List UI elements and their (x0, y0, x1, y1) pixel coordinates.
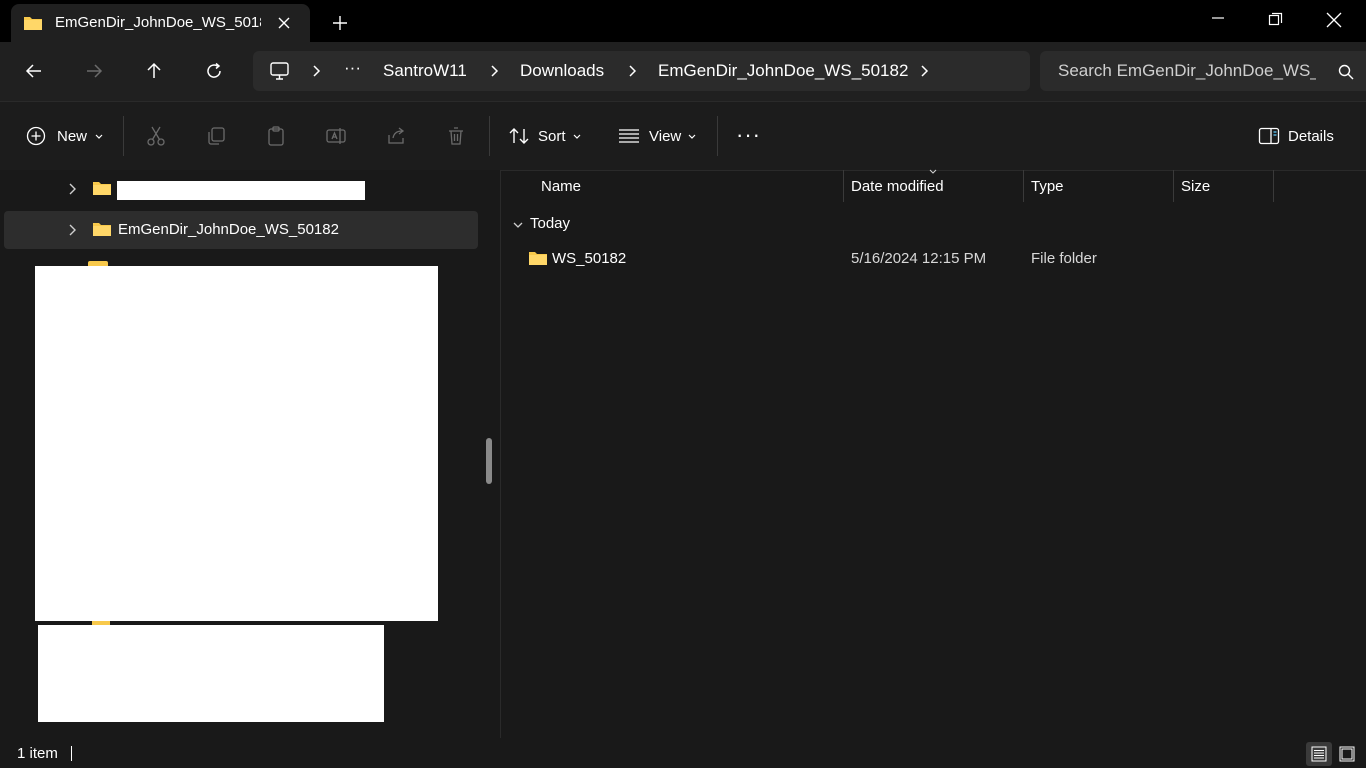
details-label: Details (1288, 128, 1334, 145)
tab-current[interactable]: EmGenDir_JohnDoe_WS_50182 (11, 4, 310, 42)
delete-icon[interactable] (445, 125, 467, 147)
sort-chevron-icon (928, 168, 938, 176)
paste-icon[interactable] (265, 125, 287, 147)
address-bar[interactable]: ··· SantroW11 Downloads EmGenDir_JohnDoe… (253, 51, 1030, 91)
restore-icon[interactable] (1265, 10, 1285, 30)
column-header-type[interactable]: Type (1031, 178, 1064, 195)
folder-icon (23, 15, 43, 31)
divider (123, 116, 124, 156)
column-divider[interactable] (1273, 170, 1274, 202)
divider (489, 116, 490, 156)
sort-label: Sort (538, 128, 566, 145)
divider (71, 746, 72, 761)
chevron-right-icon[interactable] (487, 64, 501, 78)
breadcrumb-overflow[interactable]: ··· (344, 58, 361, 78)
view-button[interactable]: View (610, 114, 706, 158)
divider (717, 116, 718, 156)
view-list-icon (618, 127, 640, 145)
sort-button[interactable]: Sort (500, 114, 592, 158)
details-button[interactable]: Details (1248, 114, 1348, 158)
tiles-view-icon (1339, 746, 1355, 762)
title-bar: EmGenDir_JohnDoe_WS_50182 (0, 0, 1366, 42)
status-bar: 1 item (0, 738, 1366, 768)
breadcrumb-item-santrow11[interactable]: SantroW11 (383, 61, 467, 81)
file-name: WS_50182 (552, 250, 627, 267)
table-row[interactable]: WS_50182 5/16/2024 12:15 PM File folder (502, 242, 1366, 274)
up-arrow-icon[interactable] (144, 61, 164, 81)
copy-icon[interactable] (205, 125, 227, 147)
breadcrumb-item-current[interactable]: EmGenDir_JohnDoe_WS_50182 (658, 61, 908, 81)
group-header-today[interactable]: Today (530, 215, 570, 232)
tree-item-emgendir[interactable]: EmGenDir_JohnDoe_WS_50182 (4, 211, 478, 249)
column-header-name[interactable]: Name (541, 178, 581, 195)
redaction-block (117, 181, 365, 200)
plus-circle-icon (26, 126, 46, 146)
folder-icon (92, 221, 112, 237)
details-pane-icon (1258, 127, 1280, 145)
file-type: File folder (1031, 250, 1097, 267)
folder-icon (528, 250, 548, 266)
tab-title: EmGenDir_JohnDoe_WS_50182 (55, 14, 261, 31)
new-button[interactable]: New (18, 114, 108, 158)
chevron-down-icon (572, 133, 582, 141)
column-divider[interactable] (843, 170, 844, 202)
group-collapse-chevron-icon[interactable] (512, 220, 524, 230)
chevron-right-icon[interactable] (66, 182, 78, 196)
item-count: 1 item (17, 745, 58, 762)
column-header-date[interactable]: Date modified (851, 178, 944, 195)
more-options-icon[interactable]: ··· (736, 122, 761, 148)
tree-item-label: EmGenDir_JohnDoe_WS_50182 (118, 221, 339, 238)
minimize-icon[interactable] (1208, 10, 1228, 30)
folder-icon (92, 180, 112, 196)
close-window-icon[interactable] (1324, 10, 1344, 30)
share-icon[interactable] (385, 125, 407, 147)
command-bar: New Sort View ··· Details (0, 101, 1366, 171)
chevron-right-icon[interactable] (917, 64, 931, 78)
rename-icon[interactable] (325, 125, 347, 147)
file-list: Name Date modified Type Size Today WS_50… (502, 168, 1366, 738)
file-date: 5/16/2024 12:15 PM (851, 250, 987, 267)
forward-arrow-icon[interactable] (84, 61, 104, 81)
column-header-row: Name Date modified Type Size (502, 168, 1366, 202)
close-tab-icon[interactable] (274, 13, 294, 33)
search-icon[interactable] (1338, 64, 1354, 80)
breadcrumb-item-downloads[interactable]: Downloads (520, 61, 604, 81)
chevron-right-icon[interactable] (625, 64, 639, 78)
new-tab-icon[interactable] (330, 13, 350, 33)
chevron-down-icon (94, 133, 104, 141)
chevron-right-icon[interactable] (66, 223, 78, 237)
sort-icon (508, 126, 530, 146)
details-view-button[interactable] (1306, 742, 1332, 766)
navigation-pane: EmGenDir_JohnDoe_WS_50182 (0, 170, 501, 738)
redaction-block (35, 266, 438, 621)
address-row: ··· SantroW11 Downloads EmGenDir_JohnDoe… (0, 42, 1366, 101)
view-label: View (649, 128, 682, 145)
column-divider[interactable] (1173, 170, 1174, 202)
large-icons-view-button[interactable] (1334, 742, 1360, 766)
back-arrow-icon[interactable] (24, 61, 44, 81)
nav-scrollbar-thumb[interactable] (486, 438, 492, 484)
details-view-icon (1311, 746, 1327, 762)
refresh-icon[interactable] (204, 61, 224, 81)
redaction-block (38, 625, 384, 722)
column-header-size[interactable]: Size (1181, 178, 1210, 195)
chevron-right-icon[interactable] (309, 64, 323, 78)
chevron-down-icon (687, 133, 697, 141)
search-box[interactable]: Search EmGenDir_JohnDoe_WS_50182 (1040, 51, 1366, 91)
computer-icon[interactable] (269, 61, 291, 81)
new-label: New (57, 128, 88, 145)
tree-item-redacted[interactable] (4, 170, 478, 208)
search-input[interactable]: Search EmGenDir_JohnDoe_WS_50182 (1058, 61, 1316, 81)
cut-icon[interactable] (145, 125, 167, 147)
column-divider[interactable] (1023, 170, 1024, 202)
